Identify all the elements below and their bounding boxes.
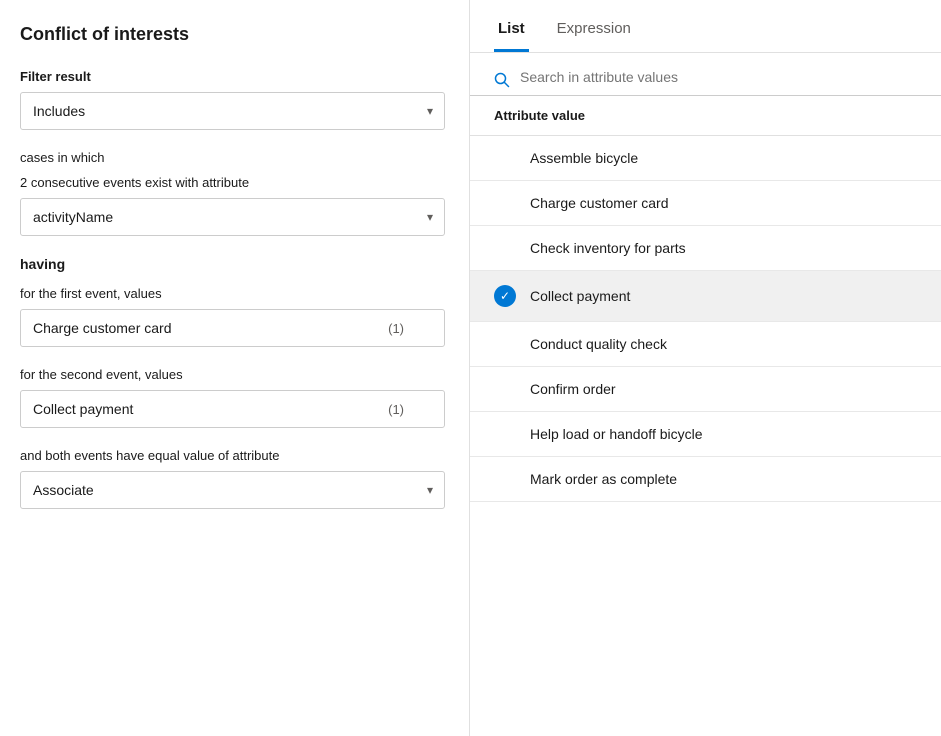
item-label: Collect payment xyxy=(530,288,630,304)
cases-in-which-label: cases in which xyxy=(20,150,445,165)
consecutive-events-label: 2 consecutive events exist with attribut… xyxy=(20,175,445,190)
item-label: Charge customer card xyxy=(530,195,669,211)
attribute-wrapper: activityName resource timestamp ▾ xyxy=(20,198,445,236)
selected-check-icon: ✓ xyxy=(494,285,516,307)
item-label: Mark order as complete xyxy=(530,471,677,487)
first-event-label: for the first event, values xyxy=(20,286,445,301)
attribute-list: Attribute value Assemble bicycle Charge … xyxy=(470,96,941,736)
second-event-value-box[interactable]: Collect payment (1) xyxy=(20,390,445,428)
search-bar xyxy=(470,53,941,96)
item-label: Confirm order xyxy=(530,381,616,397)
list-header: Attribute value xyxy=(470,96,941,136)
list-item[interactable]: Help load or handoff bicycle xyxy=(470,412,941,457)
associate-select[interactable]: Associate resource timestamp xyxy=(20,471,445,509)
item-label: Check inventory for parts xyxy=(530,240,686,256)
filter-result-label: Filter result xyxy=(20,69,445,84)
right-panel: List Expression Attribute value Assemble… xyxy=(470,0,941,736)
list-item[interactable]: Assemble bicycle xyxy=(470,136,941,181)
list-item[interactable]: Check inventory for parts xyxy=(470,226,941,271)
item-label: Help load or handoff bicycle xyxy=(530,426,703,442)
list-item[interactable]: Mark order as complete xyxy=(470,457,941,502)
item-label: Conduct quality check xyxy=(530,336,667,352)
search-icon xyxy=(494,72,510,93)
tab-expression[interactable]: Expression xyxy=(553,20,635,52)
left-panel: Conflict of interests Filter result Incl… xyxy=(0,0,470,736)
second-event-count: (1) xyxy=(388,402,404,417)
equal-attribute-label: and both events have equal value of attr… xyxy=(20,448,445,463)
having-label: having xyxy=(20,256,445,272)
tab-bar: List Expression xyxy=(470,0,941,53)
filter-result-wrapper: Includes Excludes ▾ xyxy=(20,92,445,130)
first-event-value-text: Charge customer card xyxy=(33,320,172,336)
second-event-label: for the second event, values xyxy=(20,367,445,382)
search-input[interactable] xyxy=(520,69,917,95)
list-item-selected[interactable]: ✓ Collect payment xyxy=(470,271,941,322)
filter-result-select[interactable]: Includes Excludes xyxy=(20,92,445,130)
item-label: Assemble bicycle xyxy=(530,150,638,166)
list-item[interactable]: Conduct quality check xyxy=(470,322,941,367)
attribute-select[interactable]: activityName resource timestamp xyxy=(20,198,445,236)
list-item[interactable]: Charge customer card xyxy=(470,181,941,226)
tab-list[interactable]: List xyxy=(494,20,529,52)
list-item[interactable]: Confirm order xyxy=(470,367,941,412)
first-event-value-box[interactable]: Charge customer card (1) xyxy=(20,309,445,347)
first-event-count: (1) xyxy=(388,321,404,336)
second-event-value-text: Collect payment xyxy=(33,401,133,417)
panel-title: Conflict of interests xyxy=(20,24,445,45)
associate-wrapper: Associate resource timestamp ▾ xyxy=(20,471,445,509)
